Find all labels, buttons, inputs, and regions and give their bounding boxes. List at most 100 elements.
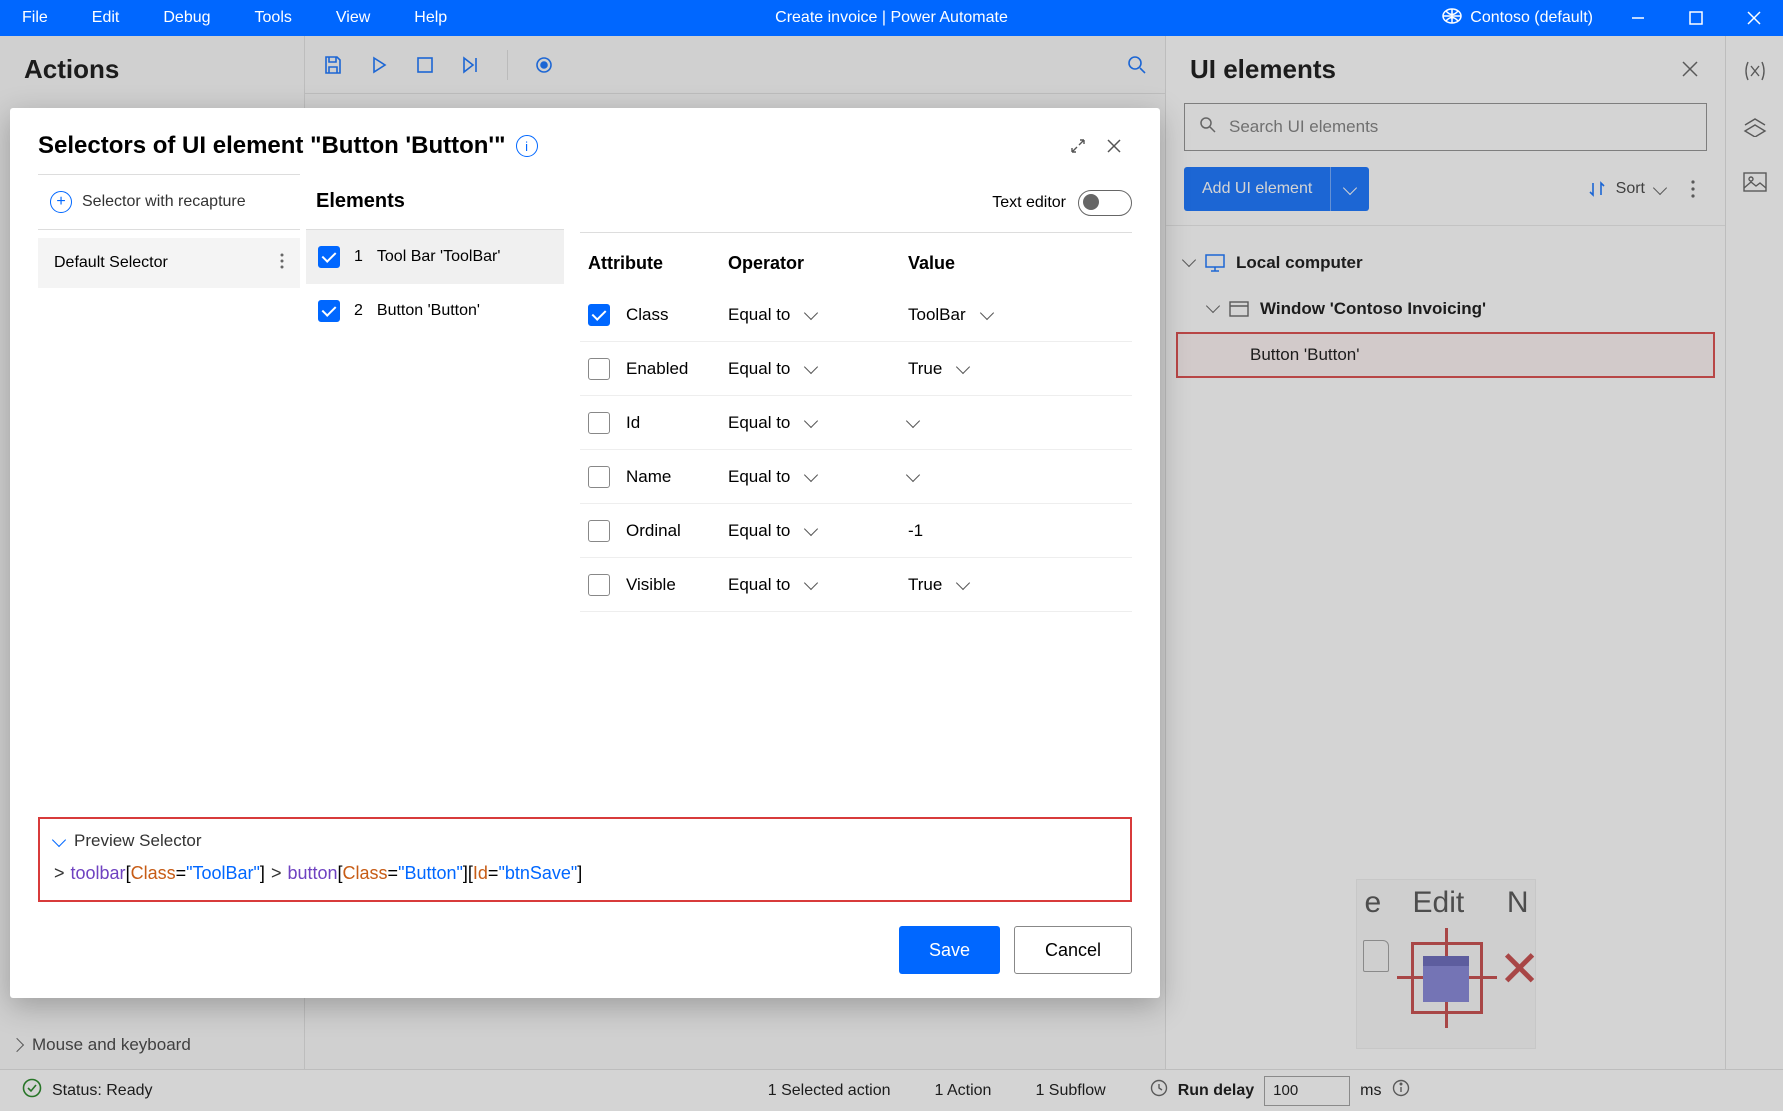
dialog-close[interactable] xyxy=(1096,128,1132,164)
menu-view[interactable]: View xyxy=(314,9,392,27)
info-icon[interactable]: i xyxy=(516,135,538,157)
ui-elements-title: UI elements xyxy=(1190,54,1681,85)
add-ui-element-split[interactable] xyxy=(1330,167,1369,211)
add-ui-element-button[interactable]: Add UI element xyxy=(1184,167,1369,211)
attr-value[interactable]: ToolBar xyxy=(908,305,1124,325)
preview-text: > toolbar[Class="ToolBar"] > button[Clas… xyxy=(54,863,1116,884)
col-operator: Operator xyxy=(728,253,908,274)
col-value: Value xyxy=(908,253,1124,274)
attr-checkbox[interactable] xyxy=(588,466,610,488)
preview-selector: Preview Selector > toolbar[Class="ToolBa… xyxy=(38,817,1132,902)
status-selected: 1 Selected action xyxy=(768,1082,891,1100)
element-thumbnail: e Edit N ✕ xyxy=(1356,879,1536,1049)
attr-operator[interactable]: Equal to xyxy=(728,575,908,595)
sort-button[interactable]: Sort xyxy=(1588,180,1665,198)
dialog-title: Selectors of UI element "Button 'Button'… xyxy=(38,132,506,160)
attr-operator[interactable]: Equal to xyxy=(728,359,908,379)
attr-name: Class xyxy=(626,305,728,325)
element-checkbox[interactable] xyxy=(318,300,340,322)
attribute-row[interactable]: NameEqual to xyxy=(580,450,1132,504)
record-icon[interactable] xyxy=(534,55,554,75)
selector-dialog: Selectors of UI element "Button 'Button'… xyxy=(10,108,1160,998)
attr-value[interactable]: True xyxy=(908,575,1124,595)
selector-recapture[interactable]: + Selector with recapture xyxy=(38,174,300,230)
images-icon[interactable] xyxy=(1743,172,1767,197)
attr-operator[interactable]: Equal to xyxy=(728,413,908,433)
ui-elements-panel: UI elements Add UI element Sort Local xyxy=(1165,36,1725,1069)
menu-debug[interactable]: Debug xyxy=(141,9,232,27)
info-icon[interactable] xyxy=(1392,1079,1410,1102)
attr-checkbox[interactable] xyxy=(588,304,610,326)
run-delay-input[interactable] xyxy=(1264,1076,1350,1106)
menu-help[interactable]: Help xyxy=(392,9,469,27)
attr-checkbox[interactable] xyxy=(588,412,610,434)
text-editor-label: Text editor xyxy=(992,194,1066,212)
run-icon[interactable] xyxy=(369,55,389,75)
tree-button[interactable]: Button 'Button' xyxy=(1176,332,1715,378)
attribute-row[interactable]: ClassEqual to ToolBar xyxy=(580,288,1132,342)
tree-root[interactable]: Local computer xyxy=(1166,240,1725,286)
attr-name: Name xyxy=(626,467,728,487)
attribute-row[interactable]: IdEqual to xyxy=(580,396,1132,450)
attr-name: Enabled xyxy=(626,359,728,379)
menu-edit[interactable]: Edit xyxy=(70,9,142,27)
attr-checkbox[interactable] xyxy=(588,358,610,380)
element-item[interactable]: 1 Tool Bar 'ToolBar' xyxy=(306,230,564,284)
status-ok-icon xyxy=(22,1078,42,1103)
attr-operator[interactable]: Equal to xyxy=(728,521,908,541)
search-icon xyxy=(1199,116,1217,139)
attribute-row[interactable]: OrdinalEqual to -1 xyxy=(580,504,1132,558)
window-maximize[interactable] xyxy=(1667,0,1725,36)
environment-label: Contoso (default) xyxy=(1470,9,1593,27)
attr-value[interactable]: True xyxy=(908,359,1124,379)
environment-icon xyxy=(1442,8,1462,29)
stop-icon[interactable] xyxy=(415,55,435,75)
search-icon[interactable] xyxy=(1127,55,1147,75)
variables-icon[interactable] xyxy=(1742,60,1768,87)
run-delay-unit: ms xyxy=(1360,1082,1381,1100)
attr-value[interactable] xyxy=(908,416,1124,429)
chevron-down-icon[interactable] xyxy=(52,832,66,846)
save-icon[interactable] xyxy=(323,55,343,75)
designer-toolbar xyxy=(305,36,1165,94)
attribute-row[interactable]: EnabledEqual to True xyxy=(580,342,1132,396)
ui-elements-tree: Local computer Window 'Contoso Invoicing… xyxy=(1166,226,1725,392)
attr-value[interactable] xyxy=(908,470,1124,483)
element-checkbox[interactable] xyxy=(318,246,340,268)
preview-label: Preview Selector xyxy=(74,831,202,851)
menu-tools[interactable]: Tools xyxy=(233,9,314,27)
more-button[interactable] xyxy=(1679,180,1707,198)
selector-item[interactable]: Default Selector xyxy=(38,238,300,288)
right-rail xyxy=(1725,36,1783,1069)
search-input[interactable] xyxy=(1229,117,1692,137)
panel-close[interactable] xyxy=(1681,60,1701,80)
attr-checkbox[interactable] xyxy=(588,520,610,542)
status-subflows: 1 Subflow xyxy=(1035,1082,1105,1100)
cancel-button[interactable]: Cancel xyxy=(1014,926,1132,974)
menu-file[interactable]: File xyxy=(0,9,70,27)
title-bar: File Edit Debug Tools View Help Create i… xyxy=(0,0,1783,36)
ui-elements-search[interactable] xyxy=(1184,103,1707,151)
tree-window[interactable]: Window 'Contoso Invoicing' xyxy=(1166,286,1725,332)
attr-name: Id xyxy=(626,413,728,433)
attr-operator[interactable]: Equal to xyxy=(728,305,908,325)
attr-operator[interactable]: Equal to xyxy=(728,467,908,487)
window-minimize[interactable] xyxy=(1609,0,1667,36)
text-editor-toggle[interactable] xyxy=(1078,190,1132,216)
selector-item-more[interactable] xyxy=(280,253,284,274)
attr-checkbox[interactable] xyxy=(588,574,610,596)
attr-value[interactable]: -1 xyxy=(908,521,1124,541)
mouse-keyboard-group[interactable]: Mouse and keyboard xyxy=(12,1035,191,1055)
run-next-icon[interactable] xyxy=(461,55,481,75)
environment-picker[interactable]: Contoso (default) xyxy=(1426,8,1609,29)
attr-name: Ordinal xyxy=(626,521,728,541)
save-button[interactable]: Save xyxy=(899,926,1000,974)
status-actions: 1 Action xyxy=(935,1082,992,1100)
ui-elements-icon[interactable] xyxy=(1743,117,1767,142)
element-item[interactable]: 2 Button 'Button' xyxy=(306,284,564,338)
run-delay-label: Run delay xyxy=(1178,1082,1254,1100)
attribute-row[interactable]: VisibleEqual to True xyxy=(580,558,1132,612)
attr-name: Visible xyxy=(626,575,728,595)
dialog-expand[interactable] xyxy=(1060,128,1096,164)
window-close[interactable] xyxy=(1725,0,1783,36)
